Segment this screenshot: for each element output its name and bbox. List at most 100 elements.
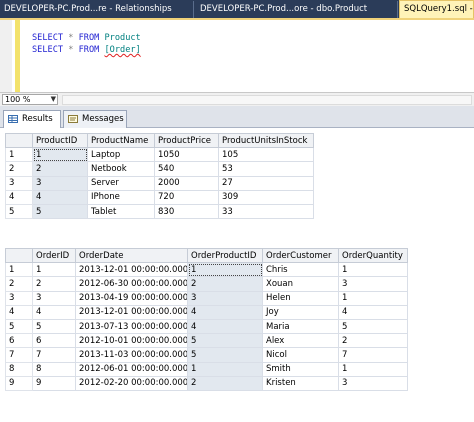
row-number[interactable]: 8 — [5, 361, 33, 377]
grid-cell[interactable]: 2012-10-01 00:00:00.000 — [75, 333, 188, 349]
table-row[interactable]: 3 3 2013-04-19 00:00:00.000 3 Helen 1 — [5, 290, 408, 306]
row-number[interactable]: 4 — [5, 189, 33, 205]
grid-cell[interactable]: 2 — [32, 161, 88, 177]
column-header[interactable]: OrderID — [32, 247, 76, 264]
editor-horizontal-scrollbar[interactable] — [62, 95, 472, 105]
row-number[interactable]: 5 — [5, 318, 33, 335]
grid-cell[interactable]: 5 — [32, 203, 88, 220]
grid-cell[interactable]: 3 — [32, 175, 88, 191]
row-number[interactable]: 2 — [5, 276, 33, 292]
grid-cell[interactable]: Server — [87, 175, 155, 191]
grid-corner[interactable] — [5, 132, 33, 149]
grid-cell[interactable]: 2000 — [154, 175, 219, 191]
grid-cell[interactable]: 6 — [32, 333, 76, 349]
table-row[interactable]: 7 7 2013-11-03 00:00:00.000 5 Nicol 7 — [5, 347, 408, 363]
grid-cell[interactable]: IPhone — [87, 189, 155, 205]
grid-cell[interactable]: 2 — [187, 375, 263, 391]
query-editor[interactable]: SELECT * FROM Product SELECT * FROM [Orde… — [0, 18, 474, 92]
grid-cell[interactable]: 2013-04-19 00:00:00.000 — [75, 290, 188, 306]
table-row[interactable]: 4 4 IPhone 720 309 — [5, 189, 314, 205]
table-row[interactable]: 5 5 2013-07-13 00:00:00.000 4 Maria 5 — [5, 318, 408, 335]
grid-cell[interactable]: Smith — [262, 361, 339, 377]
row-number[interactable]: 4 — [5, 304, 33, 320]
table-row[interactable]: 6 6 2012-10-01 00:00:00.000 5 Alex 2 — [5, 333, 408, 349]
grid-cell[interactable]: 1050 — [154, 147, 219, 163]
grid-cell[interactable]: 1 — [338, 290, 408, 306]
row-number[interactable]: 1 — [5, 147, 33, 163]
grid-cell[interactable]: 1 — [338, 361, 408, 377]
grid-cell[interactable]: 3 — [187, 290, 263, 306]
grid-cell[interactable]: Nicol — [262, 347, 339, 363]
grid-cell[interactable]: 53 — [218, 161, 314, 177]
grid-cell[interactable]: 7 — [338, 347, 408, 363]
grid-cell[interactable]: 720 — [154, 189, 219, 205]
grid-cell[interactable]: 5 — [187, 333, 263, 349]
column-header[interactable]: ProductID — [32, 132, 88, 149]
row-number[interactable]: 7 — [5, 347, 33, 363]
grid-cell[interactable]: 3 — [338, 276, 408, 292]
grid-cell[interactable]: 2 — [338, 333, 408, 349]
grid-cell[interactable]: 2013-11-03 00:00:00.000 — [75, 347, 188, 363]
column-header[interactable]: ProductUnitsInStock — [218, 132, 314, 149]
row-number[interactable]: 3 — [5, 290, 33, 306]
grid-cell[interactable]: 2 — [187, 276, 263, 292]
grid-cell[interactable]: Laptop — [87, 147, 155, 163]
tab-sqlquery1[interactable]: SQLQuery1.sql - — [399, 0, 474, 18]
grid-cell[interactable]: 3 — [338, 375, 408, 391]
order-results-grid[interactable]: OrderID OrderDate OrderProductID OrderCu… — [5, 247, 408, 391]
table-row[interactable]: 1 1 Laptop 1050 105 — [5, 147, 314, 163]
grid-cell[interactable]: Alex — [262, 333, 339, 349]
column-header[interactable]: OrderCustomer — [262, 247, 339, 264]
table-row[interactable]: 8 8 2012-06-01 00:00:00.000 1 Smith 1 — [5, 361, 408, 377]
grid-cell[interactable]: Joy — [262, 304, 339, 320]
grid-cell[interactable]: 5 — [32, 318, 76, 335]
grid-cell[interactable]: 2012-02-20 00:00:00.000 — [75, 375, 188, 391]
grid-cell[interactable]: 33 — [218, 203, 314, 220]
row-number[interactable]: 9 — [5, 375, 33, 391]
grid-cell[interactable]: 2012-06-30 00:00:00.000 — [75, 276, 188, 292]
table-row[interactable]: 3 3 Server 2000 27 — [5, 175, 314, 191]
grid-cell[interactable]: 2 — [32, 276, 76, 292]
grid-cell[interactable]: 9 — [32, 375, 76, 391]
grid-cell[interactable]: 2013-07-13 00:00:00.000 — [75, 318, 188, 335]
grid-cell[interactable]: 4 — [187, 304, 263, 320]
grid-cell[interactable]: 1 — [32, 147, 88, 163]
grid-cell[interactable]: 5 — [338, 318, 408, 335]
column-header[interactable]: OrderDate — [75, 247, 188, 264]
grid-cell[interactable]: Netbook — [87, 161, 155, 177]
table-row[interactable]: 1 1 2013-12-01 00:00:00.000 1 Chris 1 — [5, 262, 408, 278]
grid-cell[interactable]: Xouan — [262, 276, 339, 292]
grid-cell[interactable]: Helen — [262, 290, 339, 306]
grid-cell[interactable]: 2012-06-01 00:00:00.000 — [75, 361, 188, 377]
grid-cell[interactable]: 2013-12-01 00:00:00.000 — [75, 262, 188, 278]
grid-cell[interactable]: Maria — [262, 318, 339, 335]
grid-cell[interactable]: 4 — [338, 304, 408, 320]
query-text[interactable]: SELECT * FROM Product SELECT * FROM [Orde… — [32, 32, 141, 56]
grid-cell[interactable]: 540 — [154, 161, 219, 177]
grid-cell[interactable]: 4 — [32, 304, 76, 320]
grid-cell[interactable]: 1 — [187, 361, 263, 377]
zoom-dropdown[interactable]: 100 % ▼ — [2, 94, 58, 105]
table-row[interactable]: 2 2 Netbook 540 53 — [5, 161, 314, 177]
row-number[interactable]: 3 — [5, 175, 33, 191]
grid-cell[interactable]: 4 — [32, 189, 88, 205]
table-row[interactable]: 9 9 2012-02-20 00:00:00.000 2 Kristen 3 — [5, 375, 408, 391]
column-header[interactable]: OrderQuantity — [338, 247, 408, 264]
grid-cell[interactable]: 309 — [218, 189, 314, 205]
table-row[interactable]: 2 2 2012-06-30 00:00:00.000 2 Xouan 3 — [5, 276, 408, 292]
product-results-grid[interactable]: ProductID ProductName ProductPrice Produ… — [5, 132, 314, 220]
row-number[interactable]: 2 — [5, 161, 33, 177]
grid-cell[interactable]: 1 — [187, 262, 263, 278]
grid-cell[interactable]: 105 — [218, 147, 314, 163]
grid-cell[interactable]: 7 — [32, 347, 76, 363]
grid-cell[interactable]: 8 — [32, 361, 76, 377]
tab-relationships[interactable]: DEVELOPER-PC.Prod...re - Relationships — [0, 1, 194, 18]
grid-cell[interactable]: Chris — [262, 262, 339, 278]
grid-cell[interactable]: 3 — [32, 290, 76, 306]
row-number[interactable]: 5 — [5, 203, 33, 220]
grid-cell[interactable]: 1 — [338, 262, 408, 278]
row-number[interactable]: 1 — [5, 262, 33, 278]
tab-dbo-product[interactable]: DEVELOPER-PC.Prod...ore - dbo.Product — [196, 1, 398, 18]
grid-cell[interactable]: 830 — [154, 203, 219, 220]
grid-cell[interactable]: Kristen — [262, 375, 339, 391]
